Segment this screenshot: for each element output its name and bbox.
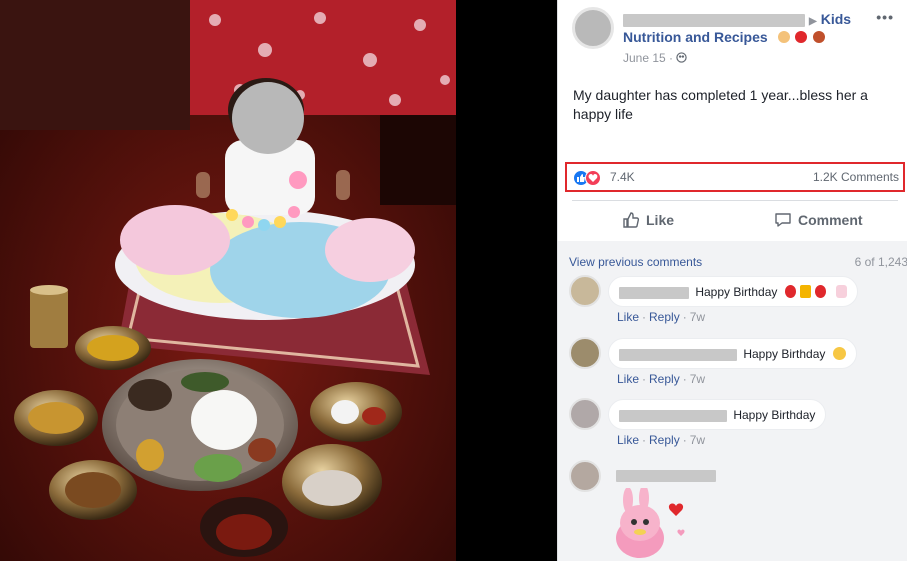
like-button-label: Like — [646, 212, 675, 228]
comment-reply-link[interactable]: Reply — [649, 372, 680, 386]
post-photo[interactable] — [0, 0, 456, 561]
comment-time[interactable]: 7w — [690, 310, 705, 324]
globe-icon — [676, 52, 688, 63]
more-options-icon[interactable]: ••• — [876, 9, 894, 25]
balloon-emoji-icon — [815, 285, 827, 298]
dot-separator: · — [682, 433, 687, 447]
post-actions: Like Comment — [572, 200, 898, 240]
love-reaction-icon — [585, 170, 601, 186]
comment-button[interactable]: Comment — [774, 211, 863, 229]
comment-like-link[interactable]: Like — [617, 372, 639, 386]
comment-actions: Like · Reply · 7w — [617, 310, 705, 324]
cake-emoji-icon — [835, 285, 847, 298]
reactions-summary: 7.4K 1.2K Comments — [565, 162, 905, 192]
comment-time[interactable]: 7w — [690, 372, 705, 386]
comments-pager: 6 of 1,243 — [854, 255, 907, 269]
group-name-part2[interactable]: Nutrition and Recipes — [623, 29, 768, 45]
photo-image — [0, 0, 456, 561]
baby-emoji-icon — [777, 31, 790, 43]
commenter-name-redacted[interactable] — [619, 286, 689, 299]
thumbs-up-icon — [623, 212, 640, 228]
apple-emoji-icon — [795, 31, 808, 43]
speech-bubble-icon — [775, 213, 791, 227]
comment-avatar[interactable] — [569, 398, 601, 430]
party-popper-emoji-icon — [800, 285, 812, 298]
commenter-name-redacted[interactable] — [619, 409, 727, 422]
smiling-face-emoji-icon — [832, 347, 846, 360]
cartoon-sticker-image[interactable] — [608, 488, 698, 561]
dot-separator: · — [682, 310, 687, 324]
comment-time[interactable]: 7w — [690, 433, 705, 447]
comment-text: Happy Birthday — [695, 285, 778, 299]
photo-pane — [0, 0, 557, 561]
author-avatar[interactable] — [572, 7, 614, 49]
balloon-emoji-icon — [784, 285, 796, 298]
like-button[interactable]: Like — [622, 211, 674, 229]
post-text: My daughter has completed 1 year...bless… — [573, 87, 868, 122]
post-side-panel: ▶ Kids Nutrition and Recipes June 15 · ••… — [557, 0, 907, 561]
post-header: ▶ Kids Nutrition and Recipes June 15 · ••… — [572, 7, 902, 67]
group-name-part1[interactable]: Kids — [821, 11, 851, 27]
comment-like-link[interactable]: Like — [617, 433, 639, 447]
bowl-emoji-icon — [813, 31, 826, 43]
dot-separator: · — [642, 372, 647, 386]
comment-reply-link[interactable]: Reply — [649, 433, 680, 447]
dot-separator: · — [682, 372, 687, 386]
commenter-name-redacted[interactable] — [619, 348, 737, 361]
comment-text: Happy Birthday — [733, 408, 816, 422]
comment-count[interactable]: 1.2K Comments — [813, 170, 899, 184]
comment-like-link[interactable]: Like — [617, 310, 639, 324]
comment-button-label: Comment — [798, 212, 863, 228]
comment-bubble: Happy Birthday — [608, 399, 827, 430]
author-name-redacted[interactable] — [623, 13, 805, 27]
dot-separator: · — [669, 51, 677, 65]
comment-text: Happy Birthday — [743, 347, 826, 361]
group-name-line[interactable]: Nutrition and Recipes — [623, 28, 826, 47]
comment-bubble: Happy Birthday — [608, 338, 857, 369]
comment-avatar[interactable] — [569, 275, 601, 307]
comments-section: View previous comments 6 of 1,243 Happy … — [558, 241, 907, 561]
dot-separator: · — [642, 433, 647, 447]
comment-avatar[interactable] — [569, 460, 601, 492]
commenter-name-redacted[interactable] — [616, 470, 716, 482]
share-arrow-icon: ▶ — [809, 16, 817, 27]
post-date[interactable]: June 15 — [623, 51, 666, 65]
dot-separator: · — [642, 310, 647, 324]
reaction-count[interactable]: 7.4K — [610, 170, 635, 184]
comment-actions: Like · Reply · 7w — [617, 372, 705, 386]
comment-bubble: Happy Birthday — [608, 276, 858, 307]
comment-actions: Like · Reply · 7w — [617, 433, 705, 447]
comment-reply-link[interactable]: Reply — [649, 310, 680, 324]
post-viewer: ▶ Kids Nutrition and Recipes June 15 · ••… — [0, 0, 907, 561]
comment-avatar[interactable] — [569, 337, 601, 369]
post-meta: June 15 · — [623, 51, 688, 65]
view-previous-comments-link[interactable]: View previous comments — [569, 255, 702, 269]
